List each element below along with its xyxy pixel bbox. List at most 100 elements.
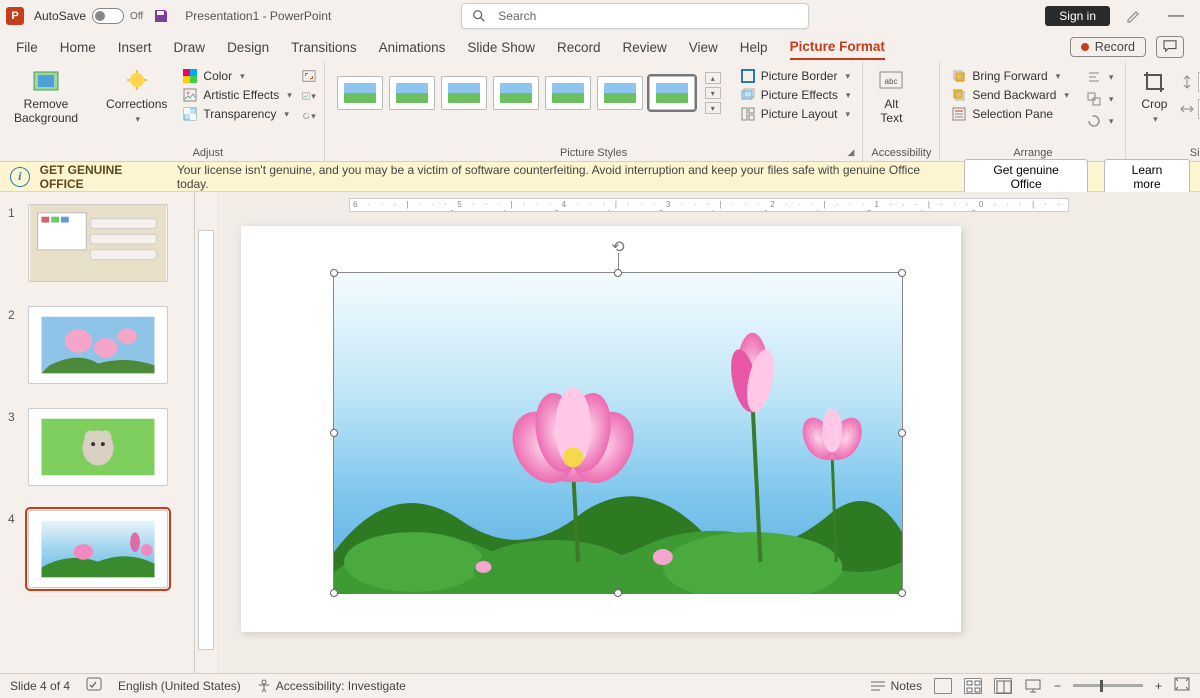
slide-counter[interactable]: Slide 4 of 4 — [10, 679, 70, 693]
transparency-menu[interactable]: Transparency▾ — [179, 106, 295, 122]
picture-selection[interactable]: ⟲ — [333, 272, 903, 594]
rotate-handle[interactable]: ⟲ — [611, 237, 624, 257]
notes-button[interactable]: Notes — [870, 679, 922, 693]
align-menu[interactable]: ▾ — [1083, 69, 1118, 85]
tab-file[interactable]: File — [16, 36, 38, 59]
pen-icon[interactable] — [1126, 8, 1142, 24]
record-button[interactable]: Record — [1070, 37, 1146, 57]
resize-handle-ne[interactable] — [898, 269, 906, 277]
normal-view-button[interactable] — [934, 678, 952, 694]
slide-thumbnail-3[interactable] — [28, 408, 168, 486]
comments-button[interactable] — [1156, 36, 1184, 58]
accessibility-status[interactable]: Accessibility: Investigate — [257, 679, 406, 693]
remove-bg-icon — [32, 68, 60, 96]
resize-handle-n[interactable] — [614, 269, 622, 277]
slideshow-view-button[interactable] — [1024, 678, 1042, 694]
style-item[interactable] — [597, 76, 643, 110]
tab-transitions[interactable]: Transitions — [291, 36, 357, 59]
slide-image — [334, 273, 902, 594]
style-item[interactable] — [493, 76, 539, 110]
gallery-more-button[interactable]: ▾ — [705, 102, 721, 114]
slide-canvas[interactable]: 6 · · · | · · · 5 · · · | · · · 4 · · · … — [217, 192, 1200, 673]
tab-record[interactable]: Record — [557, 36, 601, 59]
sorter-view-button[interactable] — [964, 678, 982, 694]
slide[interactable]: ⟲ — [241, 226, 961, 632]
slide-thumbnail-1[interactable] — [28, 204, 168, 282]
doc-title: Presentation1 - PowerPoint — [185, 9, 331, 23]
gallery-down-button[interactable]: ▾ — [705, 87, 721, 99]
zoom-in-button[interactable]: + — [1155, 679, 1162, 693]
bring-forward-button[interactable]: Bring Forward ▾ — [948, 68, 1073, 84]
group-menu[interactable]: ▾ — [1083, 91, 1118, 107]
app-icon: P — [6, 7, 24, 25]
tab-design[interactable]: Design — [227, 36, 269, 59]
reset-picture-icon[interactable]: ▾ — [302, 109, 316, 123]
fit-to-window-button[interactable] — [1174, 677, 1190, 694]
picture-styles-gallery[interactable]: ▴ ▾ ▾ — [333, 66, 725, 120]
toggle-switch[interactable] — [92, 8, 124, 24]
dialog-launcher-icon[interactable]: ◢ — [848, 147, 855, 158]
get-genuine-button[interactable]: Get genuine Office — [964, 159, 1088, 195]
effects-icon — [741, 88, 755, 102]
resize-handle-e[interactable] — [898, 429, 906, 437]
color-label: Color — [203, 69, 232, 83]
alt-text-button[interactable]: abc Alt Text — [871, 66, 911, 128]
compress-icon[interactable] — [302, 69, 316, 83]
rotate-menu[interactable]: ▾ — [1083, 113, 1118, 129]
tab-home[interactable]: Home — [60, 36, 96, 59]
picture-effects-menu[interactable]: Picture Effects▾ — [737, 87, 855, 103]
signin-button[interactable]: Sign in — [1045, 6, 1110, 26]
picture-layout-menu[interactable]: Picture Layout▾ — [737, 106, 855, 122]
slide-thumbnail-2[interactable] — [28, 306, 168, 384]
crop-label: Crop — [1141, 98, 1167, 112]
selection-pane-button[interactable]: Selection Pane — [948, 106, 1073, 122]
remove-background-button[interactable]: Remove Background — [8, 66, 84, 128]
resize-handle-sw[interactable] — [330, 589, 338, 597]
style-item[interactable] — [389, 76, 435, 110]
style-item[interactable] — [545, 76, 591, 110]
resize-handle-nw[interactable] — [330, 269, 338, 277]
search-box[interactable]: Search — [461, 3, 809, 29]
spellcheck-icon[interactable] — [86, 677, 102, 694]
autosave-state: Off — [130, 11, 143, 22]
style-item[interactable] — [649, 76, 695, 110]
tab-view[interactable]: View — [689, 36, 718, 59]
change-picture-icon[interactable]: ▾ — [302, 89, 316, 103]
tab-slideshow[interactable]: Slide Show — [467, 36, 535, 59]
comment-icon — [1163, 40, 1177, 52]
resize-handle-w[interactable] — [330, 429, 338, 437]
zoom-slider[interactable] — [1073, 684, 1143, 687]
resize-handle-se[interactable] — [898, 589, 906, 597]
tab-animations[interactable]: Animations — [379, 36, 446, 59]
tab-picture-format[interactable]: Picture Format — [790, 35, 885, 60]
style-item[interactable] — [441, 76, 487, 110]
notes-icon — [870, 680, 886, 692]
horizontal-ruler: 6 · · · | · · · 5 · · · | · · · 4 · · · … — [217, 196, 1200, 214]
send-backward-button[interactable]: Send Backward ▾ — [948, 87, 1073, 103]
tab-review[interactable]: Review — [623, 36, 667, 59]
slide-thumbnail-4[interactable] — [28, 510, 168, 588]
save-icon[interactable] — [153, 8, 169, 24]
learn-more-button[interactable]: Learn more — [1104, 159, 1190, 195]
vertical-ruler — [195, 192, 217, 673]
tab-draw[interactable]: Draw — [174, 36, 206, 59]
gallery-up-button[interactable]: ▴ — [705, 72, 721, 84]
language-status[interactable]: English (United States) — [118, 679, 241, 693]
tab-insert[interactable]: Insert — [118, 36, 152, 59]
minimize-button[interactable]: — — [1158, 7, 1194, 25]
autosave-toggle[interactable]: AutoSave Off — [34, 8, 143, 24]
zoom-out-button[interactable]: − — [1054, 679, 1061, 693]
picture-border-menu[interactable]: Picture Border▾ — [737, 68, 855, 84]
thumb-number: 4 — [8, 510, 18, 588]
crop-button[interactable]: Crop ▾ — [1134, 66, 1174, 126]
resize-handle-s[interactable] — [614, 589, 622, 597]
corrections-button[interactable]: Corrections ▾ — [100, 66, 173, 126]
reading-view-button[interactable] — [994, 678, 1012, 694]
style-item[interactable] — [337, 76, 383, 110]
color-menu[interactable]: Color▾ — [179, 68, 295, 84]
tab-help[interactable]: Help — [740, 36, 768, 59]
thumb-number: 2 — [8, 306, 18, 384]
layout-label: Picture Layout — [761, 107, 838, 121]
artistic-effects-menu[interactable]: Artistic Effects▾ — [179, 87, 295, 103]
alt-text-icon: abc — [877, 68, 905, 96]
